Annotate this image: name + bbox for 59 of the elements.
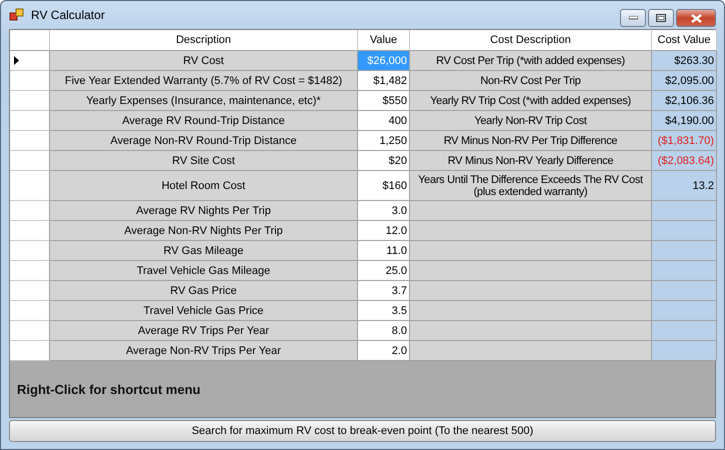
search-button[interactable]: Search for maximum RV cost to break-even point (To the nearest 500) [9, 420, 716, 442]
table-cell: RV Gas Price [50, 281, 358, 301]
table-cell: ($2,083.64) [652, 151, 717, 171]
table-cell: Average Non-RV Trips Per Year [50, 341, 358, 361]
column-header[interactable]: Value [358, 30, 410, 51]
table-cell: Yearly RV Trip Cost (*with added expenses) [410, 91, 652, 111]
value-cell[interactable]: $160 [358, 171, 410, 201]
row-header[interactable] [10, 51, 50, 71]
table-cell: Yearly Non-RV Trip Cost [410, 111, 652, 131]
value-cell[interactable]: 3.7 [358, 281, 410, 301]
table-cell: 13.2 [652, 171, 717, 201]
column-header[interactable]: Cost Value [652, 30, 717, 51]
table-cell: Yearly Expenses (Insurance, maintenance, etc)* [50, 91, 358, 111]
table-cell: RV Cost Per Trip (*with added expenses) [410, 51, 652, 71]
table-cell: Five Year Extended Warranty (5.7% of RV Cost = $1482) [50, 71, 358, 91]
table-cell: Travel Vehicle Gas Mileage [50, 261, 358, 281]
app-icon [9, 8, 25, 22]
table-cell: Average Non-RV Nights Per Trip [50, 221, 358, 241]
table-cell: RV Gas Mileage [50, 241, 358, 261]
minimize-button[interactable] [620, 9, 646, 27]
table-cell: Average RV Trips Per Year [50, 321, 358, 341]
window-title: RV Calculator [31, 8, 105, 22]
table-cell: RV Site Cost [50, 151, 358, 171]
value-cell[interactable]: 8.0 [358, 321, 410, 341]
table-cell: RV Cost [50, 51, 358, 71]
value-cell[interactable]: 400 [358, 111, 410, 131]
table-cell: $2,095.00 [652, 71, 717, 91]
value-cell[interactable]: $20 [358, 151, 410, 171]
value-cell[interactable]: 25.0 [358, 261, 410, 281]
value-cell[interactable]: $550 [358, 91, 410, 111]
table-cell: ($1,831.70) [652, 131, 717, 151]
value-cell[interactable]: 11.0 [358, 241, 410, 261]
table-cell: Years Until The Difference Exceeds The RV Cost (plus extended warranty) [410, 171, 652, 201]
value-cell[interactable]: 3.5 [358, 301, 410, 321]
table-cell: Average RV Nights Per Trip [50, 201, 358, 221]
current-row-icon [14, 56, 19, 65]
value-cell[interactable]: 2.0 [358, 341, 410, 361]
table-cell: RV Minus Non-RV Per Trip Difference [410, 131, 652, 151]
table-cell: RV Minus Non-RV Yearly Difference [410, 151, 652, 171]
close-icon [690, 14, 702, 22]
table-cell: Average Non-RV Round-Trip Distance [50, 131, 358, 151]
column-header[interactable]: Cost Description [410, 30, 652, 51]
minimize-icon [628, 16, 638, 20]
table-cell: $263.30 [652, 51, 717, 71]
value-cell[interactable]: 1,250 [358, 131, 410, 151]
table-cell: Travel Vehicle Gas Price [50, 301, 358, 321]
table-cell: Non-RV Cost Per Trip [410, 71, 652, 91]
value-cell[interactable]: 3.0 [358, 201, 410, 221]
maximize-icon [656, 14, 666, 22]
table-cell: $4,190.00 [652, 111, 717, 131]
table-cell: $2,106.36 [652, 91, 717, 111]
maximize-button[interactable] [648, 9, 674, 27]
table-cell: Average RV Round-Trip Distance [50, 111, 358, 131]
value-cell[interactable]: 12.0 [358, 221, 410, 241]
close-button[interactable] [676, 9, 716, 27]
column-header[interactable]: Description [50, 30, 358, 51]
value-cell[interactable]: $1,482 [358, 71, 410, 91]
hint-label: Right-Click for shortcut menu [17, 382, 200, 396]
table-cell: Hotel Room Cost [50, 171, 358, 201]
